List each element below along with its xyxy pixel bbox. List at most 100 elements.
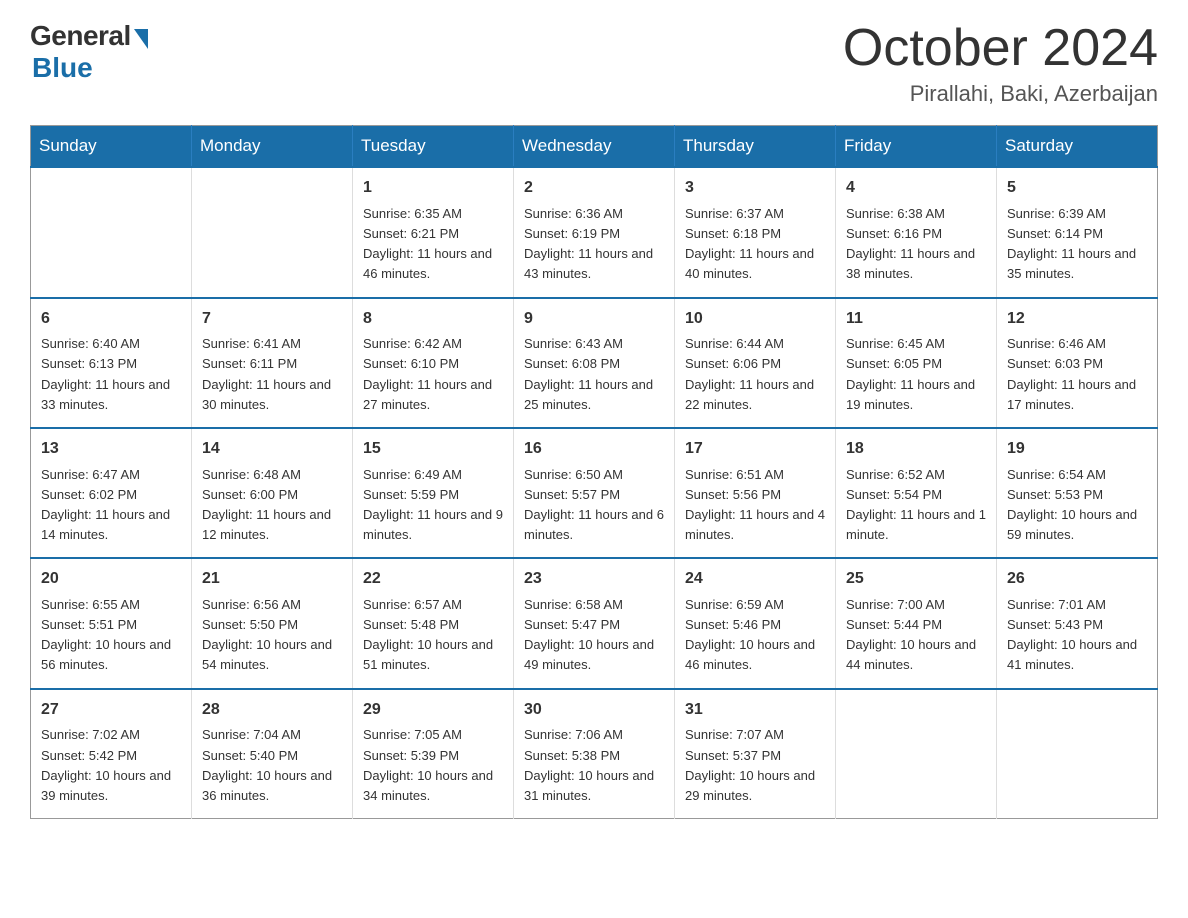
- header-row: Sunday Monday Tuesday Wednesday Thursday…: [31, 126, 1158, 168]
- week-row-5: 27Sunrise: 7:02 AM Sunset: 5:42 PM Dayli…: [31, 689, 1158, 819]
- day-info: Sunrise: 6:35 AM Sunset: 6:21 PM Dayligh…: [363, 204, 503, 285]
- day-number: 10: [685, 307, 825, 332]
- week-row-4: 20 Sunrise: 6:55 AM Sunset: 5:51 PM Dayli…: [31, 558, 1158, 688]
- calendar-header: Sunday Monday Tuesday Wednesday Thursday…: [31, 126, 1158, 168]
- day-number: 4: [846, 176, 986, 201]
- logo-blue-text: Blue: [32, 52, 93, 84]
- day-cell: 29Sunrise: 7:05 AM Sunset: 5:39 PM Dayli…: [353, 689, 514, 819]
- day-cell: 19Sunrise: 6:54 AM Sunset: 5:53 PM Dayli…: [997, 428, 1158, 558]
- day-number: 15: [363, 437, 503, 462]
- day-cell: 31Sunrise: 7:07 AM Sunset: 5:37 PM Dayli…: [675, 689, 836, 819]
- day-info: Sunrise: 7:01 AM Sunset: 5:43 PM Dayligh…: [1007, 595, 1147, 676]
- day-number: 30: [524, 698, 664, 723]
- logo: General Blue: [30, 20, 148, 84]
- day-cell: 30Sunrise: 7:06 AM Sunset: 5:38 PM Dayli…: [514, 689, 675, 819]
- day-info: Sunrise: 6:56 AM Sunset: 5:50 PM Dayligh…: [202, 595, 342, 676]
- header-friday: Friday: [836, 126, 997, 168]
- day-info: Sunrise: 6:51 AM Sunset: 5:56 PM Dayligh…: [685, 465, 825, 546]
- day-info: Sunrise: 6:42 AM Sunset: 6:10 PM Dayligh…: [363, 334, 503, 415]
- day-info: Sunrise: 6:37 AM Sunset: 6:18 PM Dayligh…: [685, 204, 825, 285]
- day-cell: 28Sunrise: 7:04 AM Sunset: 5:40 PM Dayli…: [192, 689, 353, 819]
- day-info: Sunrise: 6:40 AM Sunset: 6:13 PM Dayligh…: [41, 334, 181, 415]
- day-number: 26: [1007, 567, 1147, 592]
- day-info: Sunrise: 6:38 AM Sunset: 6:16 PM Dayligh…: [846, 204, 986, 285]
- day-cell: 2 Sunrise: 6:36 AM Sunset: 6:19 PM Daylig…: [514, 167, 675, 297]
- day-info: Sunrise: 6:43 AM Sunset: 6:08 PM Dayligh…: [524, 334, 664, 415]
- day-cell: 27Sunrise: 7:02 AM Sunset: 5:42 PM Dayli…: [31, 689, 192, 819]
- day-number: 1: [363, 176, 503, 201]
- day-cell: 11Sunrise: 6:45 AM Sunset: 6:05 PM Dayli…: [836, 298, 997, 428]
- day-cell: 24Sunrise: 6:59 AM Sunset: 5:46 PM Dayli…: [675, 558, 836, 688]
- day-number: 20: [41, 567, 181, 592]
- day-info: Sunrise: 6:55 AM Sunset: 5:51 PM Dayligh…: [41, 595, 181, 676]
- day-info: Sunrise: 6:59 AM Sunset: 5:46 PM Dayligh…: [685, 595, 825, 676]
- header-thursday: Thursday: [675, 126, 836, 168]
- day-number: 6: [41, 307, 181, 332]
- day-number: 13: [41, 437, 181, 462]
- day-info: Sunrise: 7:06 AM Sunset: 5:38 PM Dayligh…: [524, 725, 664, 806]
- day-number: 22: [363, 567, 503, 592]
- day-cell: 18 Sunrise: 6:52 AM Sunset: 5:54 PM Dayli…: [836, 428, 997, 558]
- header-wednesday: Wednesday: [514, 126, 675, 168]
- header-monday: Monday: [192, 126, 353, 168]
- day-cell: 14Sunrise: 6:48 AM Sunset: 6:00 PM Dayli…: [192, 428, 353, 558]
- day-number: 9: [524, 307, 664, 332]
- day-cell: 13 Sunrise: 6:47 AM Sunset: 6:02 PM Dayli…: [31, 428, 192, 558]
- day-info: Sunrise: 6:39 AM Sunset: 6:14 PM Dayligh…: [1007, 204, 1147, 285]
- day-number: 28: [202, 698, 342, 723]
- day-cell: [192, 167, 353, 297]
- day-info: Sunrise: 6:54 AM Sunset: 5:53 PM Dayligh…: [1007, 465, 1147, 546]
- day-number: 18: [846, 437, 986, 462]
- day-cell: 3Sunrise: 6:37 AM Sunset: 6:18 PM Daylig…: [675, 167, 836, 297]
- day-info: Sunrise: 6:50 AM Sunset: 5:57 PM Dayligh…: [524, 465, 664, 546]
- calendar-body: 1 Sunrise: 6:35 AM Sunset: 6:21 PM Daylig…: [31, 167, 1158, 818]
- day-cell: [31, 167, 192, 297]
- day-number: 31: [685, 698, 825, 723]
- day-info: Sunrise: 7:05 AM Sunset: 5:39 PM Dayligh…: [363, 725, 503, 806]
- day-cell: 22 Sunrise: 6:57 AM Sunset: 5:48 PM Dayli…: [353, 558, 514, 688]
- day-cell: 8Sunrise: 6:42 AM Sunset: 6:10 PM Daylig…: [353, 298, 514, 428]
- day-info: Sunrise: 6:36 AM Sunset: 6:19 PM Dayligh…: [524, 204, 664, 285]
- logo-arrow-icon: [134, 29, 148, 49]
- day-cell: [997, 689, 1158, 819]
- header-sunday: Sunday: [31, 126, 192, 168]
- day-number: 25: [846, 567, 986, 592]
- day-cell: 21 Sunrise: 6:56 AM Sunset: 5:50 PM Dayli…: [192, 558, 353, 688]
- day-number: 17: [685, 437, 825, 462]
- day-cell: 23Sunrise: 6:58 AM Sunset: 5:47 PM Dayli…: [514, 558, 675, 688]
- day-number: 8: [363, 307, 503, 332]
- day-cell: 9Sunrise: 6:43 AM Sunset: 6:08 PM Daylig…: [514, 298, 675, 428]
- day-number: 12: [1007, 307, 1147, 332]
- day-info: Sunrise: 6:45 AM Sunset: 6:05 PM Dayligh…: [846, 334, 986, 415]
- day-number: 16: [524, 437, 664, 462]
- day-cell: 16 Sunrise: 6:50 AM Sunset: 5:57 PM Dayli…: [514, 428, 675, 558]
- day-number: 5: [1007, 176, 1147, 201]
- day-number: 21: [202, 567, 342, 592]
- day-cell: 10Sunrise: 6:44 AM Sunset: 6:06 PM Dayli…: [675, 298, 836, 428]
- day-cell: 26 Sunrise: 7:01 AM Sunset: 5:43 PM Dayli…: [997, 558, 1158, 688]
- day-info: Sunrise: 6:57 AM Sunset: 5:48 PM Dayligh…: [363, 595, 503, 676]
- day-cell: 7Sunrise: 6:41 AM Sunset: 6:11 PM Daylig…: [192, 298, 353, 428]
- day-info: Sunrise: 6:41 AM Sunset: 6:11 PM Dayligh…: [202, 334, 342, 415]
- month-title: October 2024: [843, 20, 1158, 77]
- day-info: Sunrise: 7:04 AM Sunset: 5:40 PM Dayligh…: [202, 725, 342, 806]
- day-info: Sunrise: 6:48 AM Sunset: 6:00 PM Dayligh…: [202, 465, 342, 546]
- day-cell: 17 Sunrise: 6:51 AM Sunset: 5:56 PM Dayli…: [675, 428, 836, 558]
- day-number: 29: [363, 698, 503, 723]
- day-cell: 25 Sunrise: 7:00 AM Sunset: 5:44 PM Dayli…: [836, 558, 997, 688]
- calendar-table: Sunday Monday Tuesday Wednesday Thursday…: [30, 125, 1158, 819]
- day-info: Sunrise: 6:47 AM Sunset: 6:02 PM Dayligh…: [41, 465, 181, 546]
- header-saturday: Saturday: [997, 126, 1158, 168]
- title-section: October 2024 Pirallahi, Baki, Azerbaijan: [843, 20, 1158, 107]
- day-number: 2: [524, 176, 664, 201]
- day-info: Sunrise: 7:00 AM Sunset: 5:44 PM Dayligh…: [846, 595, 986, 676]
- location-title: Pirallahi, Baki, Azerbaijan: [843, 81, 1158, 107]
- day-info: Sunrise: 6:52 AM Sunset: 5:54 PM Dayligh…: [846, 465, 986, 546]
- logo-general-text: General: [30, 20, 131, 52]
- day-cell: 1 Sunrise: 6:35 AM Sunset: 6:21 PM Daylig…: [353, 167, 514, 297]
- week-row-1: 1 Sunrise: 6:35 AM Sunset: 6:21 PM Daylig…: [31, 167, 1158, 297]
- week-row-3: 13 Sunrise: 6:47 AM Sunset: 6:02 PM Dayli…: [31, 428, 1158, 558]
- day-info: Sunrise: 7:07 AM Sunset: 5:37 PM Dayligh…: [685, 725, 825, 806]
- header-tuesday: Tuesday: [353, 126, 514, 168]
- day-cell: 12Sunrise: 6:46 AM Sunset: 6:03 PM Dayli…: [997, 298, 1158, 428]
